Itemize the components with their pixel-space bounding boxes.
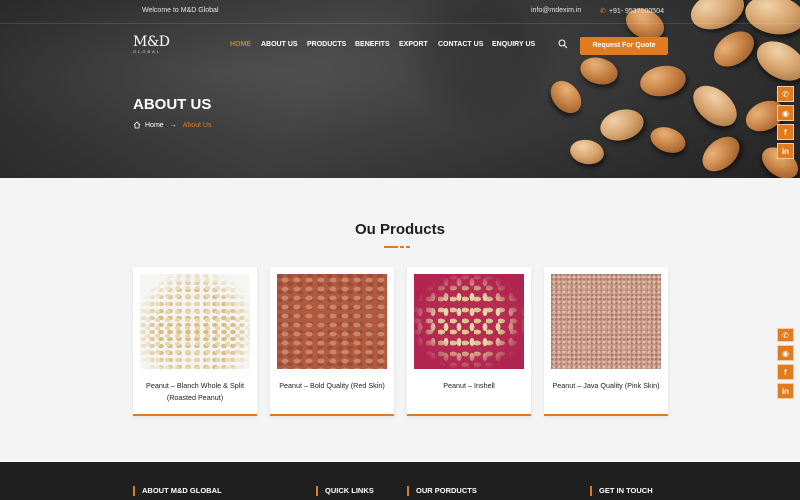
product-name[interactable]: Peanut – Blanch Whole & Split (Roasted P… <box>139 380 251 404</box>
welcome-text: Welcome to M&D Global <box>142 7 219 14</box>
product-image-inshell-peanuts[interactable] <box>414 274 524 369</box>
site-footer: ABOUT M&D GLOBAL QUICK LINKS OUR PORDUCT… <box>0 462 800 500</box>
page-hero: Welcome to M&D Global info@mdexim.in ✆ +9… <box>0 0 800 178</box>
facebook-icon[interactable]: f <box>777 364 794 380</box>
breadcrumb: Home → About Us <box>133 121 211 129</box>
search-icon[interactable] <box>558 39 568 49</box>
nav-contact-us[interactable]: CONTACT US <box>438 41 483 48</box>
breadcrumb-home-link[interactable]: Home <box>145 122 164 129</box>
product-card-inshell[interactable]: Peanut – Inshell <box>407 267 531 416</box>
whatsapp-icon[interactable]: ◉ <box>777 345 794 361</box>
product-name[interactable]: Peanut – Inshell <box>413 380 525 392</box>
home-icon <box>133 121 141 129</box>
logo-mark: M&D <box>133 34 170 50</box>
social-sidebar-top: ✆ ◉ f in <box>777 86 794 159</box>
nav-products[interactable]: PRODUCTS <box>307 41 346 48</box>
linkedin-icon[interactable]: in <box>777 383 794 399</box>
product-image-pink-skin-peanuts[interactable] <box>551 274 661 369</box>
product-name[interactable]: Peanut – Bold Quality (Red Skin) <box>276 380 388 392</box>
product-card-blanch[interactable]: Peanut – Blanch Whole & Split (Roasted P… <box>133 267 257 416</box>
top-bar: Welcome to M&D Global info@mdexim.in ✆ +9… <box>0 0 800 24</box>
phone-link[interactable]: ✆ +91- 9537500504 <box>600 7 664 15</box>
nav-about-us[interactable]: ABOUT US <box>261 41 298 48</box>
product-card-java[interactable]: Peanut – Java Quality (Pink Skin) <box>544 267 668 416</box>
request-quote-button[interactable]: Request For Quote <box>580 37 668 55</box>
nav-home[interactable]: HOME <box>230 41 251 48</box>
breadcrumb-arrow-icon: → <box>169 121 177 129</box>
footer-heading-products: OUR PORDUCTS <box>407 486 477 496</box>
phone-icon[interactable]: ✆ <box>777 328 794 342</box>
nav-enquiry-us[interactable]: ENQUIRY US <box>492 41 535 48</box>
product-image-red-skin-peanuts[interactable] <box>277 274 387 369</box>
facebook-icon[interactable]: f <box>777 124 794 140</box>
email-link[interactable]: info@mdexim.in <box>531 7 581 14</box>
nav-benefits[interactable]: BENEFITS <box>355 41 390 48</box>
nav-export[interactable]: EXPORT <box>399 41 428 48</box>
footer-heading-about: ABOUT M&D GLOBAL <box>133 486 222 496</box>
site-logo[interactable]: M&D GLOBAL <box>133 34 173 60</box>
products-section-title: Ou Products <box>354 221 445 238</box>
product-card-bold[interactable]: Peanut – Bold Quality (Red Skin) <box>270 267 394 416</box>
product-name[interactable]: Peanut – Java Quality (Pink Skin) <box>550 380 662 392</box>
title-underline <box>384 246 410 248</box>
phone-number: +91- 9537500504 <box>608 8 664 15</box>
phone-icon[interactable]: ✆ <box>777 86 794 102</box>
breadcrumb-current: About Us <box>182 121 212 129</box>
social-sidebar-bottom: ✆ ◉ f in <box>777 328 794 399</box>
phone-icon: ✆ <box>600 8 606 15</box>
footer-heading-quick-links: QUICK LINKS <box>316 486 374 496</box>
page-title: ABOUT US <box>133 96 212 113</box>
product-image-blanched-peanuts[interactable] <box>140 274 250 369</box>
footer-heading-contact: GET IN TOUCH <box>590 486 653 496</box>
linkedin-icon[interactable]: in <box>777 143 794 159</box>
whatsapp-icon[interactable]: ◉ <box>777 105 794 121</box>
